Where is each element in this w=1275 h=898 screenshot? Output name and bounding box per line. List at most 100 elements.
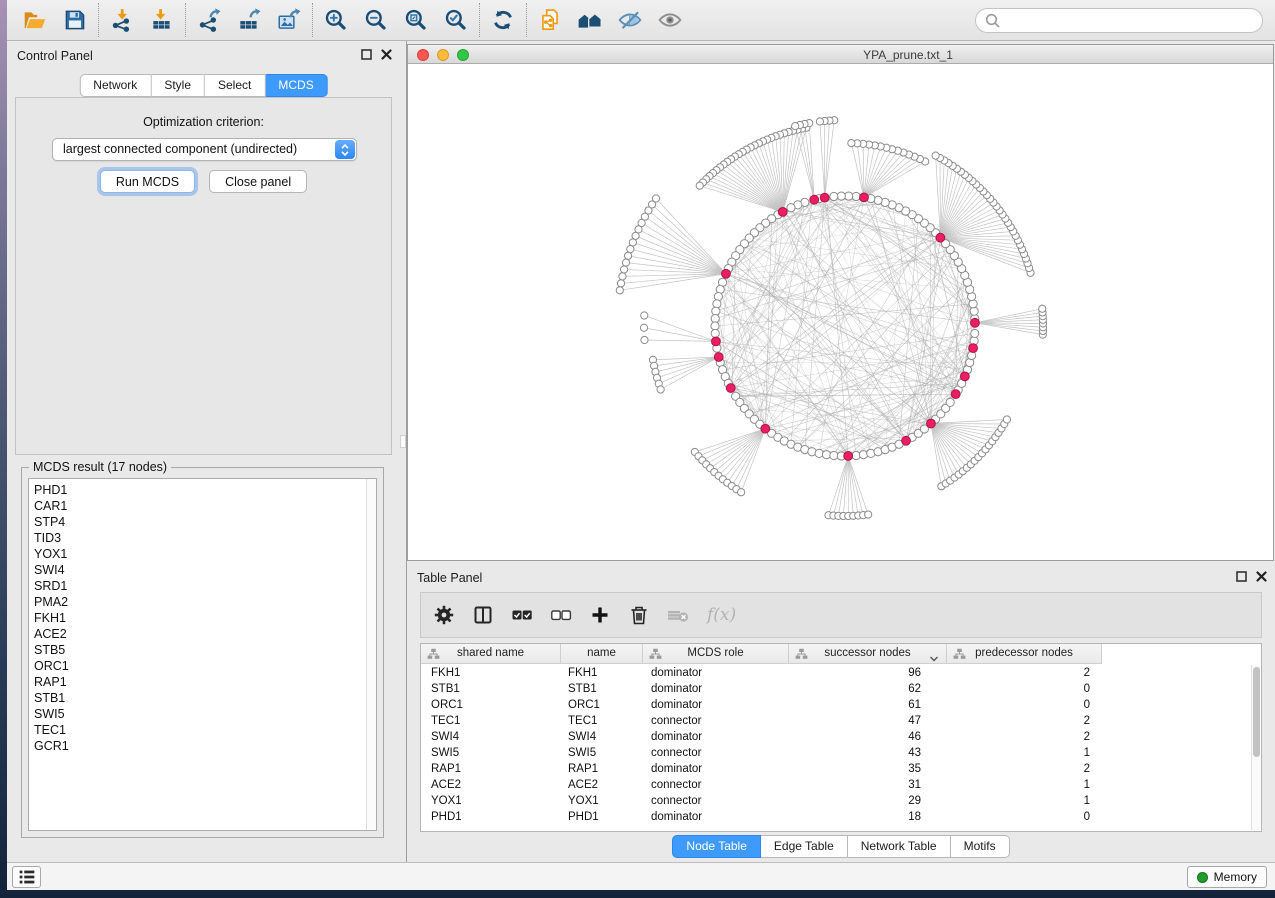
open-session-icon[interactable] xyxy=(15,2,55,38)
network-node[interactable] xyxy=(622,259,629,266)
columns-icon[interactable] xyxy=(470,602,496,628)
network-node[interactable] xyxy=(787,204,795,212)
network-node[interactable] xyxy=(641,312,648,319)
column-header-shared-name[interactable]: shared name xyxy=(421,644,561,664)
table-row[interactable]: SWI4SWI4dominator462 xyxy=(421,729,1251,745)
function-builder-icon[interactable]: f(x) xyxy=(704,605,736,625)
network-window-titlebar[interactable]: YPA_prune.txt_1 xyxy=(408,45,1273,64)
network-hub-node[interactable] xyxy=(722,269,731,278)
delete-icon[interactable] xyxy=(626,602,652,628)
network-node[interactable] xyxy=(1003,416,1010,423)
table-row[interactable]: RAP1RAP1dominator352 xyxy=(421,761,1251,777)
network-hub-node[interactable] xyxy=(969,344,978,353)
network-node[interactable] xyxy=(657,386,664,393)
close-table-panel-icon[interactable] xyxy=(1256,571,1267,582)
network-node[interactable] xyxy=(859,451,867,459)
mcds-result-item[interactable]: SWI4 xyxy=(29,562,376,578)
mcds-result-item[interactable]: TEC1 xyxy=(29,722,376,738)
export-image-icon[interactable] xyxy=(269,2,309,38)
mcds-result-item[interactable]: STP4 xyxy=(29,514,376,530)
network-node[interactable] xyxy=(1039,305,1046,312)
network-node[interactable] xyxy=(617,280,624,287)
network-node[interactable] xyxy=(932,152,939,159)
table-row[interactable]: PHD1PHD1dominator180 xyxy=(421,809,1251,825)
network-node[interactable] xyxy=(971,329,979,337)
export-table-icon[interactable] xyxy=(229,2,269,38)
table-row[interactable]: ORC1ORC1dominator610 xyxy=(421,697,1251,713)
network-hub-node[interactable] xyxy=(820,193,829,202)
column-header-name[interactable]: name xyxy=(561,644,643,664)
network-hub-node[interactable] xyxy=(778,207,787,216)
mcds-result-item[interactable]: SWI5 xyxy=(29,706,376,722)
mcds-result-item[interactable]: PHD1 xyxy=(29,482,376,498)
minimize-window-icon[interactable] xyxy=(437,49,449,61)
mcds-result-item[interactable]: FKH1 xyxy=(29,610,376,626)
table-scrollbar-thumb[interactable] xyxy=(1253,667,1260,757)
network-node[interactable] xyxy=(624,252,631,259)
zoom-selected-icon[interactable] xyxy=(436,2,476,38)
network-node[interactable] xyxy=(696,182,703,189)
import-table-icon[interactable] xyxy=(142,2,182,38)
network-node[interactable] xyxy=(815,449,823,457)
network-canvas[interactable] xyxy=(408,65,1273,560)
column-header-successor-nodes[interactable]: successor nodes xyxy=(789,644,947,664)
panel-splitter[interactable] xyxy=(400,41,407,862)
export-network-icon[interactable] xyxy=(189,2,229,38)
run-mcds-button[interactable]: Run MCDS xyxy=(100,170,195,193)
close-window-icon[interactable] xyxy=(417,49,429,61)
home-networks-icon[interactable] xyxy=(570,2,610,38)
criterion-select[interactable]: largest connected component (undirected) xyxy=(52,138,357,161)
table-row[interactable]: ACE2ACE2connector311 xyxy=(421,777,1251,793)
tab-network[interactable]: Network xyxy=(79,74,151,97)
network-node[interactable] xyxy=(627,245,634,252)
refresh-icon[interactable] xyxy=(483,2,523,38)
network-node[interactable] xyxy=(713,300,721,308)
memory-button[interactable]: Memory xyxy=(1187,866,1267,888)
network-node[interactable] xyxy=(619,273,626,280)
tab-mcds[interactable]: MCDS xyxy=(265,74,327,97)
mcds-result-list[interactable]: PHD1CAR1STP4TID3YOX1SWI4SRD1PMA2FKH1ACE2… xyxy=(28,478,377,831)
network-hub-node[interactable] xyxy=(960,372,969,381)
network-node[interactable] xyxy=(641,336,648,343)
network-node[interactable] xyxy=(970,307,978,315)
mcds-list-scrollbar[interactable] xyxy=(366,479,376,830)
zoom-in-icon[interactable] xyxy=(316,2,356,38)
table-row[interactable]: FKH1FKH1dominator962 xyxy=(421,665,1251,681)
tab-edge-table[interactable]: Edge Table xyxy=(761,835,848,858)
network-node[interactable] xyxy=(946,398,954,406)
save-session-icon[interactable] xyxy=(55,2,95,38)
network-hub-node[interactable] xyxy=(712,337,721,346)
search-field[interactable] xyxy=(975,8,1263,33)
network-hub-node[interactable] xyxy=(761,424,770,433)
network-hub-node[interactable] xyxy=(927,419,936,428)
tab-network-table[interactable]: Network Table xyxy=(848,835,951,858)
network-node[interactable] xyxy=(969,300,977,308)
show-panel-icon[interactable] xyxy=(650,2,690,38)
network-node[interactable] xyxy=(848,140,855,147)
network-hub-node[interactable] xyxy=(860,193,869,202)
network-node[interactable] xyxy=(865,511,872,518)
network-hub-node[interactable] xyxy=(951,390,960,399)
zoom-fit-icon[interactable] xyxy=(396,2,436,38)
network-node[interactable] xyxy=(629,239,636,246)
tab-motifs[interactable]: Motifs xyxy=(951,835,1010,858)
network-hub-node[interactable] xyxy=(971,318,980,327)
network-node[interactable] xyxy=(738,489,745,496)
zoom-out-icon[interactable] xyxy=(356,2,396,38)
mcds-result-item[interactable]: PMA2 xyxy=(29,594,376,610)
delete-table-icon[interactable] xyxy=(665,602,691,628)
tab-style[interactable]: Style xyxy=(151,74,205,97)
share-document-icon[interactable] xyxy=(530,2,570,38)
mcds-result-item[interactable]: RAP1 xyxy=(29,674,376,690)
table-row[interactable]: SWI5SWI5connector431 xyxy=(421,745,1251,761)
task-history-button[interactable] xyxy=(12,866,41,888)
maximize-window-icon[interactable] xyxy=(457,49,469,61)
network-node[interactable] xyxy=(714,292,722,300)
network-node[interactable] xyxy=(616,287,623,294)
close-panel-icon[interactable] xyxy=(381,49,392,60)
mcds-result-item[interactable]: SRD1 xyxy=(29,578,376,594)
import-network-icon[interactable] xyxy=(102,2,142,38)
mcds-result-item[interactable]: ACE2 xyxy=(29,626,376,642)
network-hub-node[interactable] xyxy=(902,436,911,445)
select-all-icon[interactable] xyxy=(509,602,535,628)
